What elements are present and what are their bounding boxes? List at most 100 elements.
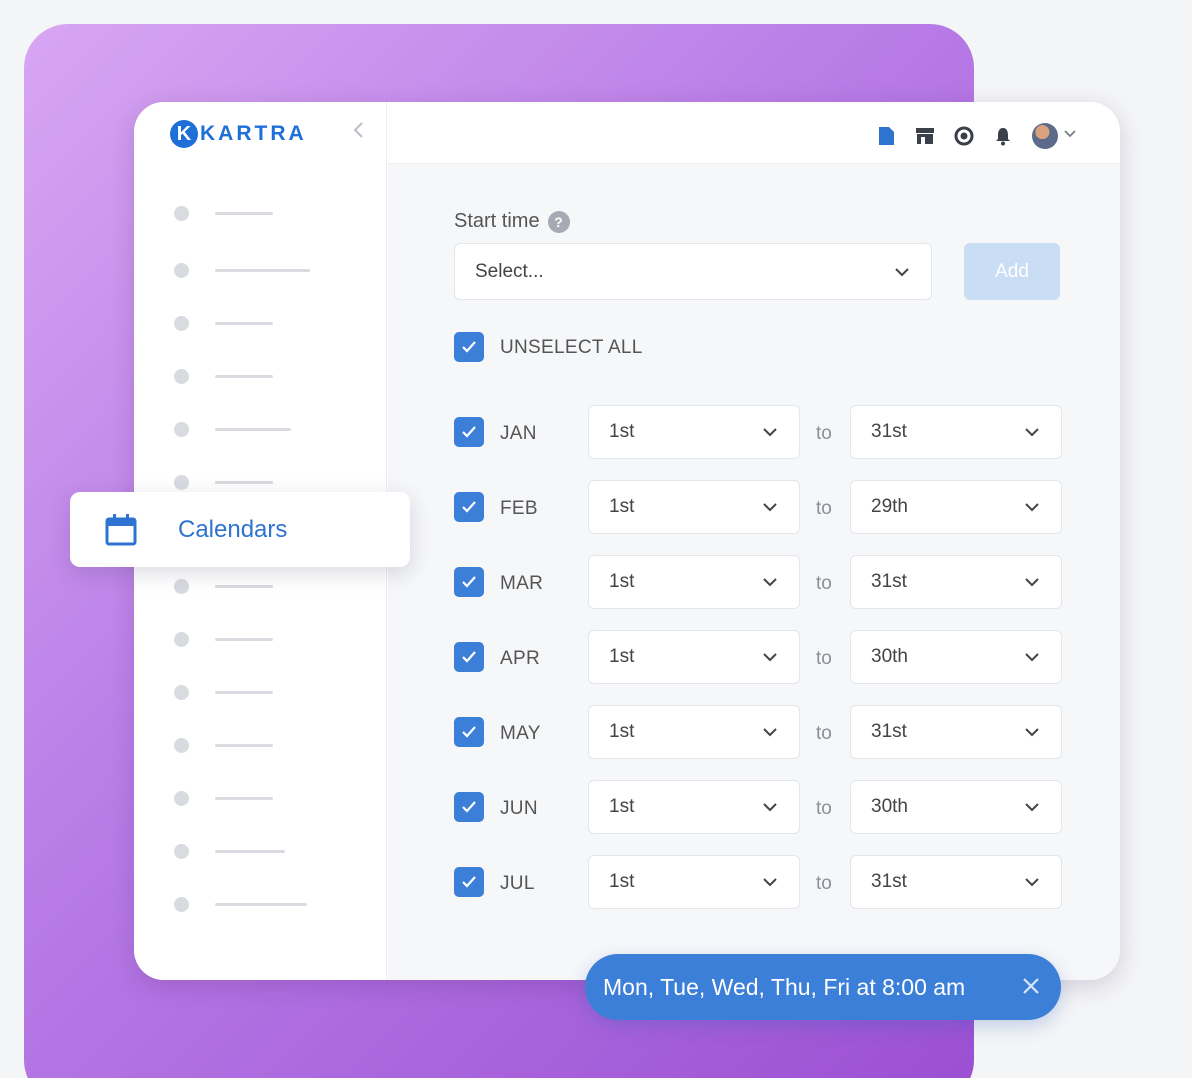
checkmark-icon [462,726,476,738]
month-to-select[interactable]: 31st [850,405,1062,459]
collapse-sidebar-button[interactable] [352,120,366,146]
checkmark-icon [462,801,476,813]
start-time-select[interactable]: Select... [454,243,932,300]
chevron-down-icon [763,428,777,437]
to-value: 31st [871,871,907,892]
sidebar-placeholder-item[interactable] [174,895,307,913]
chevron-down-icon [763,578,777,587]
to-label: to [816,873,832,894]
chevron-down-icon [895,267,909,276]
document-icon[interactable] [876,126,896,146]
sidebar-placeholder-item[interactable] [174,261,310,279]
month-from-select[interactable]: 1st [588,705,800,759]
to-label: to [816,423,832,444]
chevron-down-icon [1025,803,1039,812]
chevron-down-icon [1025,578,1039,587]
checkmark-icon [462,501,476,513]
month-label: MAY [500,723,541,744]
chevron-down-icon [1025,728,1039,737]
unselect-all-checkbox[interactable] [454,332,484,362]
month-from-select[interactable]: 1st [588,480,800,534]
from-value: 1st [609,796,635,817]
month-checkbox-mar[interactable] [454,567,484,597]
from-value: 1st [609,646,635,667]
month-checkbox-jul[interactable] [454,867,484,897]
month-checkbox-jan[interactable] [454,417,484,447]
sidebar-placeholder-item[interactable] [174,420,291,438]
chevron-down-icon [763,653,777,662]
start-time-label: Start time ? [454,210,570,233]
month-to-select[interactable]: 31st [850,555,1062,609]
month-label: JUL [500,873,535,894]
to-label: to [816,573,832,594]
month-to-select[interactable]: 31st [850,855,1062,909]
month-checkbox-may[interactable] [454,717,484,747]
month-to-select[interactable]: 30th [850,630,1062,684]
checkmark-icon [462,341,476,353]
user-avatar[interactable] [1032,123,1058,149]
month-from-select[interactable]: 1st [588,630,800,684]
sidebar-placeholder-item[interactable] [174,736,273,754]
calendars-label: Calendars [178,515,288,543]
to-value: 29th [871,496,908,517]
checkmark-icon [462,426,476,438]
store-icon[interactable] [915,126,935,146]
sidebar-placeholder-item[interactable] [174,630,273,648]
add-button[interactable]: Add [964,243,1060,300]
month-checkbox-apr[interactable] [454,642,484,672]
unselect-all-label: UNSELECT ALL [500,337,643,358]
sidebar-placeholder-item[interactable] [174,842,285,860]
select-placeholder: Select... [475,260,544,282]
sidebar-placeholder-item[interactable] [174,314,273,332]
month-label: MAR [500,573,544,594]
sidebar-placeholder-item[interactable] [174,473,273,491]
checkmark-icon [462,651,476,663]
to-value: 30th [871,796,908,817]
month-checkbox-feb[interactable] [454,492,484,522]
chevron-down-icon [1025,653,1039,662]
month-to-select[interactable]: 29th [850,480,1062,534]
from-value: 1st [609,571,635,592]
to-value: 30th [871,646,908,667]
schedule-pill: Mon, Tue, Wed, Thu, Fri at 8:00 am [585,954,1061,1020]
bell-icon[interactable] [993,126,1013,146]
month-from-select[interactable]: 1st [588,780,800,834]
chevron-down-icon [763,503,777,512]
month-checkbox-jun[interactable] [454,792,484,822]
to-label: to [816,798,832,819]
help-icon[interactable]: ? [547,210,570,233]
sidebar-placeholder-item[interactable] [174,367,273,385]
chevron-down-icon[interactable] [1064,125,1076,141]
help-ring-icon[interactable] [954,126,974,146]
month-to-select[interactable]: 30th [850,780,1062,834]
to-label: to [816,723,832,744]
to-value: 31st [871,421,907,442]
sidebar-item-calendars[interactable]: Calendars [70,492,410,567]
to-value: 31st [871,571,907,592]
kartra-logo[interactable]: K KARTRA [170,120,307,148]
chevron-down-icon [763,803,777,812]
logo-mark-icon: K [170,120,198,148]
from-value: 1st [609,421,635,442]
sidebar-placeholder-item[interactable] [174,789,273,807]
month-label: FEB [500,498,538,519]
top-bar [388,102,1120,164]
close-icon[interactable] [1017,972,1045,1000]
month-from-select[interactable]: 1st [588,555,800,609]
month-to-select[interactable]: 31st [850,705,1062,759]
sidebar-placeholder-item[interactable] [174,204,273,222]
to-value: 31st [871,721,907,742]
sidebar-placeholder-item[interactable] [174,683,273,701]
start-time-text: Start time [454,210,540,232]
from-value: 1st [609,496,635,517]
chevron-down-icon [1025,428,1039,437]
month-from-select[interactable]: 1st [588,405,800,459]
from-value: 1st [609,871,635,892]
to-label: to [816,498,832,519]
checkmark-icon [462,576,476,588]
schedule-text: Mon, Tue, Wed, Thu, Fri at 8:00 am [603,973,966,1000]
sidebar-placeholder-item[interactable] [174,577,273,595]
month-from-select[interactable]: 1st [588,855,800,909]
from-value: 1st [609,721,635,742]
chevron-down-icon [1025,503,1039,512]
